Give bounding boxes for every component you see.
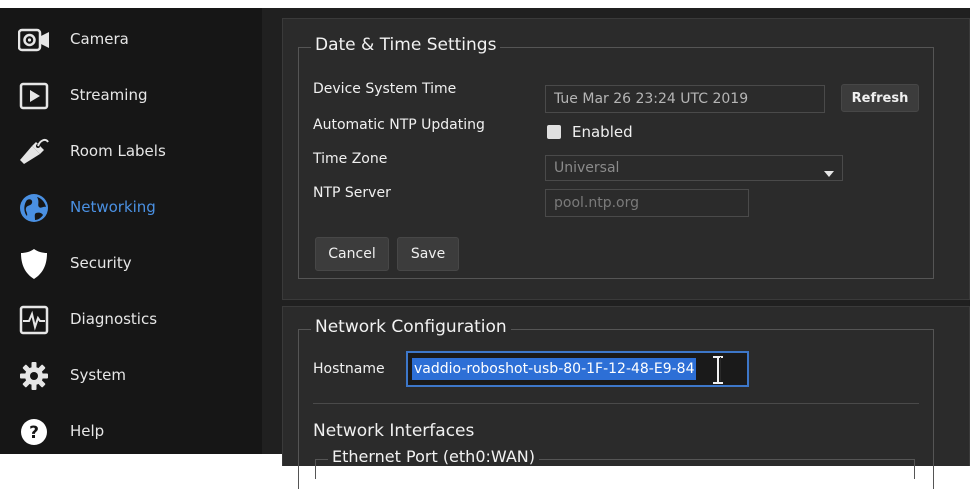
sidebar-item-help[interactable]: ? Help [0,410,262,454]
ntp-checkbox[interactable] [547,125,561,139]
sidebar-item-label: Help [70,422,105,440]
datetime-legend: Date & Time Settings [311,35,501,55]
camera-icon [18,24,50,56]
sidebar-item-label: System [70,366,126,384]
sidebar-item-label: Networking [70,198,156,216]
ntp-server-input[interactable]: pool.ntp.org [545,189,749,217]
timezone-select[interactable]: Universal [545,155,843,181]
hostname-input-end [720,357,745,381]
main-content: Date & Time Settings Device System Time … [262,8,970,489]
divider [313,403,919,404]
sidebar-item-system[interactable]: System [0,354,262,398]
tag-icon [18,136,50,168]
sidebar-item-security[interactable]: Security [0,242,262,286]
play-icon [18,80,50,112]
globe-icon [18,192,50,224]
sidebar-item-diagnostics[interactable]: Diagnostics [0,298,262,342]
app-window: Camera Streaming Room Labels Networking … [0,8,970,489]
datetime-card: Date & Time Settings Device System Time … [282,18,970,300]
device-time-label: Device System Time [313,81,457,97]
ntp-label: Automatic NTP Updating [313,117,485,133]
cancel-button[interactable]: Cancel [315,237,389,271]
sidebar-item-label: Streaming [70,86,148,104]
sidebar-item-camera[interactable]: Camera [0,18,262,62]
sidebar-item-networking[interactable]: Networking [0,186,262,230]
sidebar-item-label: Security [70,254,132,272]
sidebar: Camera Streaming Room Labels Networking … [0,8,262,454]
sidebar-item-streaming[interactable]: Streaming [0,74,262,118]
chevron-down-icon [824,165,834,180]
ntp-server-label: NTP Server [313,185,391,201]
shield-icon [18,248,50,280]
refresh-button[interactable]: Refresh [841,84,919,112]
sidebar-item-label: Room Labels [70,142,166,160]
pulse-icon [18,304,50,336]
help-icon: ? [18,416,50,448]
save-button[interactable]: Save [397,237,459,271]
svg-text:?: ? [29,423,39,443]
gear-icon [18,360,50,392]
device-time-field: Tue Mar 26 23:24 UTC 2019 [545,85,825,113]
ntp-checkbox-label: Enabled [572,123,633,141]
sidebar-item-label: Camera [70,30,129,48]
sidebar-item-room-labels[interactable]: Room Labels [0,130,262,174]
timezone-label: Time Zone [313,151,388,167]
network-card: Network Configuration Hostname vaddio-ro… [282,306,970,489]
ethernet-legend: Ethernet Port (eth0:WAN) [328,447,539,466]
hostname-label: Hostname [313,361,385,377]
hostname-value: vaddio-roboshot-usb-80-1F-12-48-E9-84 [412,358,697,380]
ethernet-fieldset: Ethernet Port (eth0:WAN) [315,447,915,479]
network-interfaces-title: Network Interfaces [313,421,475,441]
sidebar-item-label: Diagnostics [70,310,158,328]
hostname-input[interactable]: vaddio-roboshot-usb-80-1F-12-48-E9-84 [406,351,749,387]
network-legend: Network Configuration [311,317,511,337]
timezone-value: Universal [554,160,620,176]
